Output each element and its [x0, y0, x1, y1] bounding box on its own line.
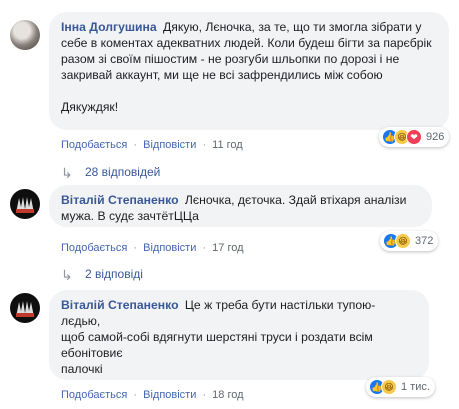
reaction-summary[interactable]: 👍 😆 1 тис. [366, 377, 435, 397]
comment-author[interactable]: Віталій Степаненко [61, 193, 179, 207]
comment-actions: Подобається · Відповісти · 11 год [61, 139, 243, 151]
love-icon: ❤ [406, 129, 422, 145]
separator: · [202, 389, 207, 401]
reaction-count: 926 [426, 131, 445, 143]
timestamp[interactable]: 18 год [212, 389, 243, 401]
reaction-summary[interactable]: 👍 😆 372 [380, 231, 439, 251]
avatar[interactable] [10, 189, 40, 219]
reply-arrow-icon: ↳ [61, 165, 73, 181]
comment-bubble: Віталій Степаненко Це ж треба бути насті… [49, 290, 429, 380]
haha-icon: 😆 [381, 379, 397, 395]
separator: · [133, 242, 138, 254]
reply-link[interactable]: Відповісти [143, 389, 196, 401]
comment-author[interactable]: Віталій Степаненко [61, 298, 179, 312]
comment-bubble: Віталій Степаненко Лєночка, дєточка. Зда… [49, 185, 432, 227]
avatar[interactable] [10, 20, 40, 50]
timestamp[interactable]: 11 год [212, 139, 243, 151]
haha-icon: 😆 [395, 233, 411, 249]
comment-author[interactable]: Інна Долгушина [61, 20, 157, 34]
like-link[interactable]: Подобається [61, 242, 127, 254]
separator: · [133, 389, 138, 401]
reaction-count: 1 тис. [401, 381, 430, 393]
reply-arrow-icon: ↳ [61, 267, 73, 283]
view-replies-link[interactable]: ↳ 2 відповіді [61, 267, 143, 283]
timestamp[interactable]: 17 год [212, 242, 243, 254]
view-replies-link[interactable]: ↳ 28 відповідей [61, 165, 161, 181]
reaction-count: 372 [415, 235, 434, 247]
reply-link[interactable]: Відповісти [143, 242, 196, 254]
replies-count: 2 відповіді [85, 267, 143, 281]
like-link[interactable]: Подобається [61, 139, 127, 151]
comment-actions: Подобається · Відповісти · 18 год [61, 389, 244, 401]
separator: · [202, 139, 207, 151]
comment-actions: Подобається · Відповісти · 17 год [61, 242, 244, 254]
like-link[interactable]: Подобається [61, 389, 127, 401]
comment-bubble: Інна Долгушина Дякую, Лєночка, за те, що… [49, 12, 449, 130]
separator: · [133, 139, 138, 151]
separator: · [202, 242, 207, 254]
replies-count: 28 відповідей [85, 165, 161, 179]
reply-link[interactable]: Відповісти [143, 139, 196, 151]
comment-text: Дякую, Лєночка, за те, що ти змогла зібр… [61, 20, 432, 114]
reaction-summary[interactable]: 👍 😆 ❤ 926 [379, 127, 450, 147]
avatar[interactable] [10, 293, 40, 323]
